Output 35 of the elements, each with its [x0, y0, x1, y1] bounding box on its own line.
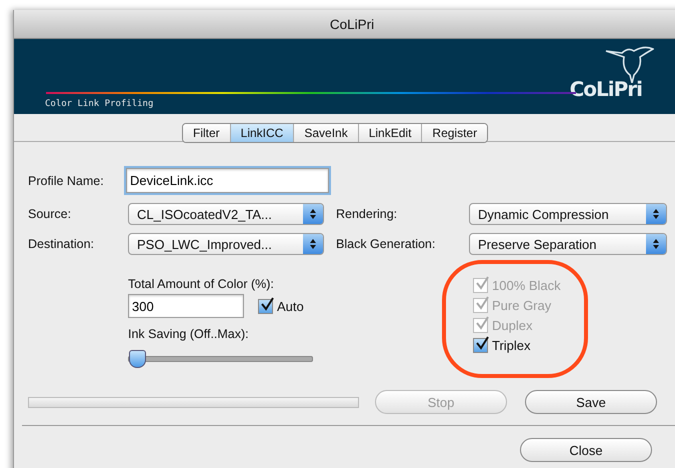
tab[interactable]: SaveInk [294, 124, 359, 142]
field-label: Ink Saving (Off..Max): [128, 327, 249, 341]
checkmark-icon [475, 336, 489, 350]
profile-name-field[interactable]: DeviceLink.icc [126, 168, 329, 193]
tab[interactable]: LinkEdit [358, 124, 422, 142]
field-label: Total Amount of Color (%): [128, 277, 274, 291]
field-label: Black Generation: [336, 237, 436, 251]
popup-menu[interactable]: Preserve Separation [469, 233, 667, 255]
stepper-arrows-icon [303, 234, 323, 254]
field-label: Profile Name: [28, 174, 105, 188]
close-button[interactable]: Close [520, 438, 652, 462]
amount-field[interactable]: 300 [128, 294, 244, 318]
auto-checkbox[interactable]: Auto [258, 298, 304, 314]
field-label: Source: [28, 207, 72, 221]
stepper-arrows-icon [646, 204, 666, 224]
stepper-arrows-icon [646, 234, 666, 254]
popup-menu[interactable]: CL_ISOcoatedV2_TA... [128, 203, 324, 225]
tab[interactable]: LinkICC [230, 124, 294, 142]
popup-menu[interactable]: Dynamic Compression [469, 203, 667, 225]
action-button[interactable]: Save [525, 390, 657, 414]
tagline: Color Link Profiling [45, 99, 154, 109]
checkmark-icon [475, 276, 489, 290]
logo-text: CoLiPri [570, 77, 642, 101]
checkmark-icon [475, 316, 489, 330]
checkmark-icon [475, 296, 489, 310]
field-label: Rendering: [336, 207, 398, 221]
popup-menu[interactable]: PSO_LWC_Improved... [128, 233, 324, 255]
slider-thumb[interactable] [129, 350, 146, 368]
stepper-arrows-icon [303, 204, 323, 224]
tab[interactable]: Register [422, 124, 488, 142]
option-checkbox[interactable]: Triplex [473, 338, 584, 353]
checkmark-icon [260, 296, 274, 310]
tab[interactable]: Filter [183, 124, 231, 142]
field-label: Destination: [28, 237, 96, 251]
window-title: CoLiPri [330, 16, 374, 32]
